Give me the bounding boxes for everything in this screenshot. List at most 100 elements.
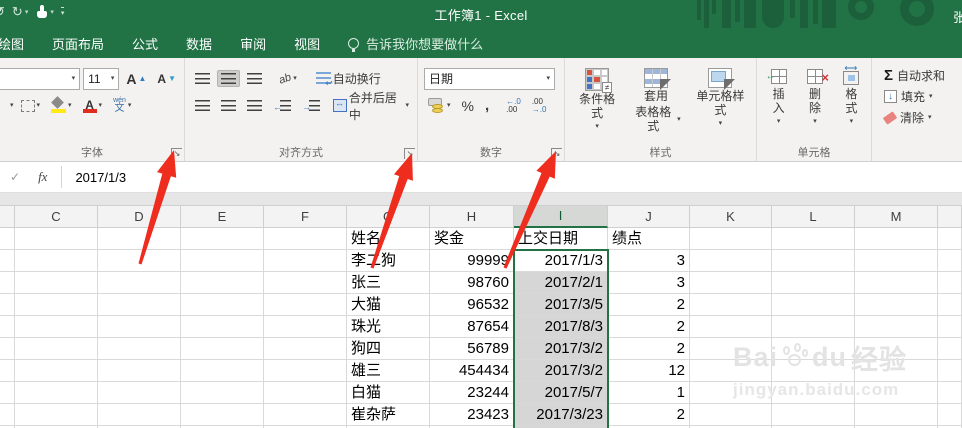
font-size-combobox[interactable]: 11 ▾ [83, 67, 120, 90]
cell[interactable]: 李二狗 [347, 250, 430, 272]
decrease-font-size-button[interactable]: A ▼ [153, 70, 180, 88]
cell[interactable] [98, 338, 181, 360]
cell[interactable] [855, 360, 938, 382]
cell[interactable] [181, 404, 264, 426]
cell[interactable] [181, 228, 264, 250]
clear-button[interactable]: 清除 ▾ [882, 107, 958, 128]
cell[interactable] [0, 360, 15, 382]
cell[interactable] [772, 404, 855, 426]
tab-视图[interactable]: 视图 [280, 28, 334, 58]
column-header-partial[interactable] [0, 206, 15, 228]
cell[interactable] [264, 404, 347, 426]
cell[interactable]: 雄三 [347, 360, 430, 382]
cell[interactable] [98, 228, 181, 250]
cell[interactable]: 2 [608, 338, 690, 360]
cell[interactable] [938, 360, 962, 382]
formula-bar-value[interactable]: 2017/1/3 [75, 170, 126, 185]
middle-align-button[interactable] [217, 70, 240, 87]
cell[interactable] [181, 272, 264, 294]
cell[interactable]: 崔杂萨 [347, 404, 430, 426]
cell[interactable] [690, 250, 772, 272]
cell[interactable] [264, 272, 347, 294]
cell[interactable]: 2017/3/23 [514, 404, 608, 426]
cell[interactable]: 23423 [430, 404, 514, 426]
cell[interactable] [690, 360, 772, 382]
cell[interactable] [181, 294, 264, 316]
cell[interactable] [855, 250, 938, 272]
cell[interactable] [98, 250, 181, 272]
cell[interactable] [181, 382, 264, 404]
tab-绘图[interactable]: 绘图 [0, 28, 38, 58]
cell[interactable]: 2 [608, 294, 690, 316]
column-header-L[interactable]: L [772, 206, 855, 228]
align-left-button[interactable] [191, 97, 214, 114]
fill-color-button[interactable]: ▾ [47, 95, 76, 116]
cell[interactable] [264, 382, 347, 404]
cell[interactable] [855, 294, 938, 316]
column-header-J[interactable]: J [608, 206, 690, 228]
column-header-K[interactable]: K [690, 206, 772, 228]
cell[interactable] [938, 382, 962, 404]
borders-button[interactable]: ▾ [17, 97, 45, 115]
cell[interactable] [772, 250, 855, 272]
accounting-format-button[interactable]: ▾ [424, 95, 455, 116]
font-name-combobox[interactable]: ▾ [0, 67, 81, 90]
increase-decimal-button[interactable]: ←.0.00 [502, 95, 525, 117]
cell[interactable] [772, 338, 855, 360]
column-header-D[interactable]: D [98, 206, 181, 228]
cell[interactable] [264, 360, 347, 382]
insert-function-icon[interactable]: fx [38, 169, 47, 185]
tab-公式[interactable]: 公式 [118, 28, 172, 58]
cell[interactable]: 狗四 [347, 338, 430, 360]
cell[interactable] [938, 272, 962, 294]
cell[interactable] [690, 404, 772, 426]
delete-cells-button[interactable]: × 删除 ▾ [799, 65, 830, 144]
conditional-formatting-button[interactable]: ≠ 条件格式 ▾ [571, 65, 623, 144]
underline-dropdown-icon[interactable]: ▾ [10, 102, 14, 109]
top-align-button[interactable] [191, 70, 214, 87]
cell[interactable] [264, 250, 347, 272]
cell[interactable] [938, 338, 962, 360]
align-center-button[interactable] [217, 97, 240, 114]
format-as-table-button[interactable]: 套用 表格格式 ▾ [627, 65, 684, 144]
cell[interactable] [690, 382, 772, 404]
increase-font-size-button[interactable]: A ▲ [122, 69, 150, 89]
cell[interactable]: 2017/2/1 [514, 272, 608, 294]
insert-cells-button[interactable]: ← 插入 ▾ [763, 65, 794, 144]
cell[interactable] [15, 316, 98, 338]
cell[interactable] [938, 316, 962, 338]
cell[interactable] [938, 404, 962, 426]
tab-页面布局[interactable]: 页面布局 [38, 28, 118, 58]
cell[interactable] [181, 338, 264, 360]
cell[interactable]: 珠光 [347, 316, 430, 338]
cell[interactable] [855, 272, 938, 294]
font-color-button[interactable]: A ▾ [79, 95, 107, 116]
cell[interactable] [264, 294, 347, 316]
cell[interactable] [855, 382, 938, 404]
cell[interactable]: 绩点 [608, 228, 690, 250]
cell[interactable] [98, 316, 181, 338]
cell[interactable]: 2 [608, 404, 690, 426]
cell[interactable] [0, 316, 15, 338]
cell[interactable] [181, 250, 264, 272]
fill-button[interactable]: ↓ 填充 ▾ [884, 86, 958, 107]
increase-indent-button[interactable]: → [298, 97, 324, 114]
active-cell[interactable]: 2017/1/3 [514, 250, 608, 272]
cell[interactable]: 3 [608, 272, 690, 294]
cell[interactable] [938, 228, 962, 250]
cell[interactable] [690, 272, 772, 294]
cell[interactable] [690, 316, 772, 338]
cell[interactable]: 98760 [430, 272, 514, 294]
column-header-H[interactable]: H [430, 206, 514, 228]
font-dialog-launcher[interactable]: ↘ [171, 148, 182, 159]
percent-style-button[interactable]: % [458, 95, 478, 117]
decrease-indent-button[interactable]: ← [269, 97, 295, 114]
cell[interactable]: 张三 [347, 272, 430, 294]
cell[interactable] [15, 250, 98, 272]
number-dialog-launcher[interactable]: ↘ [551, 148, 562, 159]
user-account[interactable]: 张 [953, 7, 962, 26]
cell[interactable]: 大猫 [347, 294, 430, 316]
cell[interactable] [772, 360, 855, 382]
bottom-align-button[interactable] [243, 70, 266, 87]
cell[interactable]: 12 [608, 360, 690, 382]
